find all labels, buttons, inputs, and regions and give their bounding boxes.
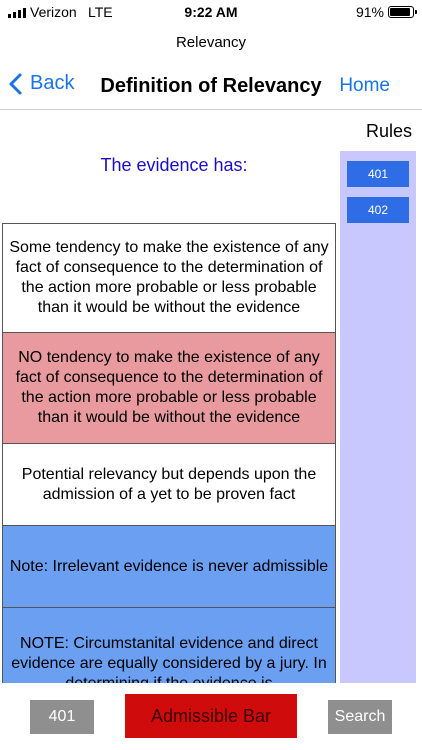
chevron-left-icon [9,73,22,94]
evidence-header: The evidence has: [100,155,248,175]
navigation-bar: Back Definition of Relevancy Home [0,62,422,110]
search-button[interactable]: Search [328,700,392,734]
battery-level-fill [390,8,411,16]
battery-percent: 91% [355,4,384,20]
admissible-bar-button[interactable]: Admissible Bar [125,694,297,738]
evidence-card-some-tendency[interactable]: Some tendency to make the existence of a… [2,223,336,333]
home-button[interactable]: Home [339,75,390,97]
app-title: Relevancy [175,34,247,51]
evidence-card-no-tendency[interactable]: NO tendency to make the existence of any… [2,333,336,444]
rules-panel: 401 402 [340,151,416,683]
rule-button-402[interactable]: 402 [347,197,409,223]
bottom-toolbar: 401 Admissible Bar Search [0,684,422,750]
rule-button-401[interactable]: 401 [347,161,409,187]
content-area[interactable]: The evidence has: Some tendency to make … [0,111,422,683]
evidence-card-potential-relevancy[interactable]: Potential relevancy but depends upon the… [2,444,336,526]
rule-401-button[interactable]: 401 [30,700,94,734]
evidence-card-circumstantial-note[interactable]: NOTE: Circumstanital evidence and direct… [2,608,336,683]
back-button-label: Back [30,72,75,94]
evidence-card-irrelevant-note[interactable]: Note: Irrelevant evidence is never admis… [2,526,336,608]
battery-icon [388,6,417,18]
back-button[interactable]: Back [8,72,74,95]
status-bar: Verizon LTE 9:22 AM 91% [0,0,422,26]
rules-title: Rules [365,121,412,141]
evidence-card-list: Some tendency to make the existence of a… [2,223,336,683]
